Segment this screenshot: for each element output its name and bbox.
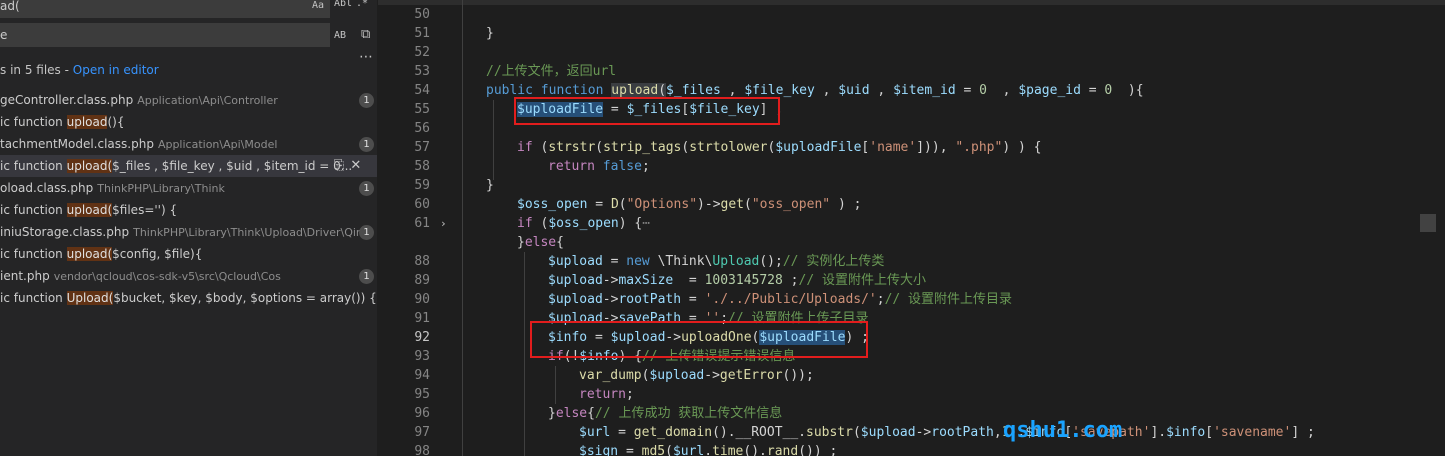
result-file-path: Application\Api\Controller (137, 94, 278, 107)
result-match-row[interactable]: ic function upload($config, $file){ (0, 243, 377, 265)
match-count-badge: 1 (359, 181, 374, 196)
match-count-badge: 1 (359, 137, 374, 152)
code-line: 51} (414, 26, 494, 41)
result-match-row[interactable]: ic function upload($files='') { (0, 199, 377, 221)
result-file-name: tachmentModel.class.php (0, 137, 154, 151)
match-suffix: $config, $file){ (112, 247, 203, 261)
match-case-toggle[interactable]: Aa (312, 0, 324, 18)
code-line: 52 (414, 45, 430, 60)
result-file-row[interactable]: oload.class.php ThinkPHP\Library\Think 1 (0, 177, 377, 199)
use-regex-toggle[interactable]: .* (356, 0, 368, 9)
match-prefix: ic function (0, 291, 67, 305)
match-whole-word-toggle[interactable]: Abl (334, 0, 352, 9)
result-file-path: ThinkPHP\Library\Think (97, 182, 225, 195)
match-highlight: Upload( (66, 291, 114, 305)
result-file-path: ThinkPHP\Library\Think\Upload\Driver\Qin… (133, 226, 373, 239)
replace-all-icon[interactable]: ⧉ (361, 27, 370, 43)
code-line: 98 $sign = md5($url.time().rand()) ; (414, 444, 838, 456)
result-file-path: vendor\qcloud\cos-sdk-v5\src\Qcloud\Cos (53, 270, 281, 283)
match-prefix: ic function (0, 115, 67, 129)
result-file-name: geController.class.php (0, 93, 134, 107)
replace-input[interactable]: e (0, 23, 330, 47)
code-line: 50 (414, 7, 430, 22)
code-line: 88 $upload = new \Think\Upload();// 实例化上传… (414, 254, 885, 269)
match-prefix: ic function (0, 247, 67, 261)
match-highlight: upload( (66, 159, 113, 173)
row-actions: ⎘ ✕ (334, 155, 367, 177)
match-highlight: upload( (66, 203, 113, 217)
search-sidebar: ad( Aa Abl .* e AB ⧉ ⋯ s in 5 files - Op… (0, 0, 377, 456)
results-summary: s in 5 files - Open in editor (0, 63, 159, 77)
result-file-row[interactable]: ient.php vendor\qcloud\cos-sdk-v5\src\Qcl… (0, 265, 377, 287)
result-file-name: oload.class.php (0, 181, 94, 195)
code-line: 90 $upload->rootPath = './../Public/Uploa… (414, 292, 1013, 307)
code-line: 58 return false; (414, 159, 650, 174)
result-file-row[interactable]: geController.class.php Application\Api\Co… (0, 89, 377, 111)
replace-icon[interactable]: ⎘ (334, 158, 344, 173)
result-file-name: iniuStorage.class.php (0, 225, 130, 239)
match-count-badge: 1 (359, 93, 374, 108)
match-highlight: upload( (66, 247, 113, 261)
result-match-row[interactable]: ic function upload($_files , $file_key ,… (0, 155, 377, 177)
result-match-row[interactable]: ic function upload(){ (0, 111, 377, 133)
code-line: }else{ (517, 235, 564, 250)
match-suffix: (){ (107, 115, 125, 129)
code-line: 60 $oss_open = D("Options")->get("oss_ope… (414, 197, 862, 212)
match-suffix: $bucket, $key, $body, $options = array()… (113, 291, 377, 305)
match-highlight: upload (66, 115, 108, 129)
result-file-name: ient.php (0, 269, 50, 283)
watermark: qshu1.com (1003, 418, 1123, 443)
code-line: 96}else{// 上传成功 获取上传文件信息 (414, 406, 783, 421)
code-editor[interactable]: 50 51} 52 53//上传文件，返回url 54 public functi… (378, 0, 1445, 456)
annotation-box-uploadfile (514, 97, 780, 125)
annotation-box-uploadone (530, 321, 868, 358)
match-suffix: $files='') { (112, 203, 178, 217)
replace-value: e (0, 28, 8, 42)
match-count-badge: 1 (359, 225, 374, 240)
search-input[interactable]: ad( Aa (0, 0, 330, 18)
match-suffix: $_files , $file_key , $uid , $item_id = … (112, 159, 353, 173)
match-prefix: ic function (0, 159, 67, 173)
preserve-case-toggle[interactable]: AB (334, 30, 346, 41)
code-line: 97 $url = get_domain().__ROOT__.substr($u… (414, 425, 1315, 440)
code-line: 61 › if ($oss_open) {⋯ (414, 214, 651, 233)
result-file-path: Application\Api\Model (157, 138, 278, 151)
chevron-right-icon[interactable]: › (440, 214, 447, 233)
code-line: 53//上传文件，返回url (414, 64, 617, 79)
search-query: ad( (0, 0, 20, 13)
code-line: 94 var_dump($upload->getError()); (414, 368, 814, 383)
match-prefix: ic function (0, 203, 67, 217)
scrollbar[interactable] (1420, 214, 1436, 232)
result-match-row[interactable]: ic function Upload($bucket, $key, $body,… (0, 287, 377, 309)
match-count-badge: 1 (359, 269, 374, 284)
code-line: 59} (414, 178, 494, 193)
code-line: 95 return; (414, 387, 634, 402)
more-icon[interactable]: ⋯ (359, 49, 373, 65)
open-in-editor-link[interactable]: Open in editor (73, 63, 159, 77)
code-line: 89 $upload->maxSize = 1003145728 ;// 设置附件… (414, 273, 926, 288)
dismiss-icon[interactable]: ✕ (350, 158, 361, 173)
result-file-row[interactable]: iniuStorage.class.php ThinkPHP\Library\Th… (0, 221, 377, 243)
result-file-row[interactable]: tachmentModel.class.php Application\Api\M… (0, 133, 377, 155)
code-line: 57 if (strstr(strip_tags(strtolower($uplo… (414, 140, 1042, 155)
